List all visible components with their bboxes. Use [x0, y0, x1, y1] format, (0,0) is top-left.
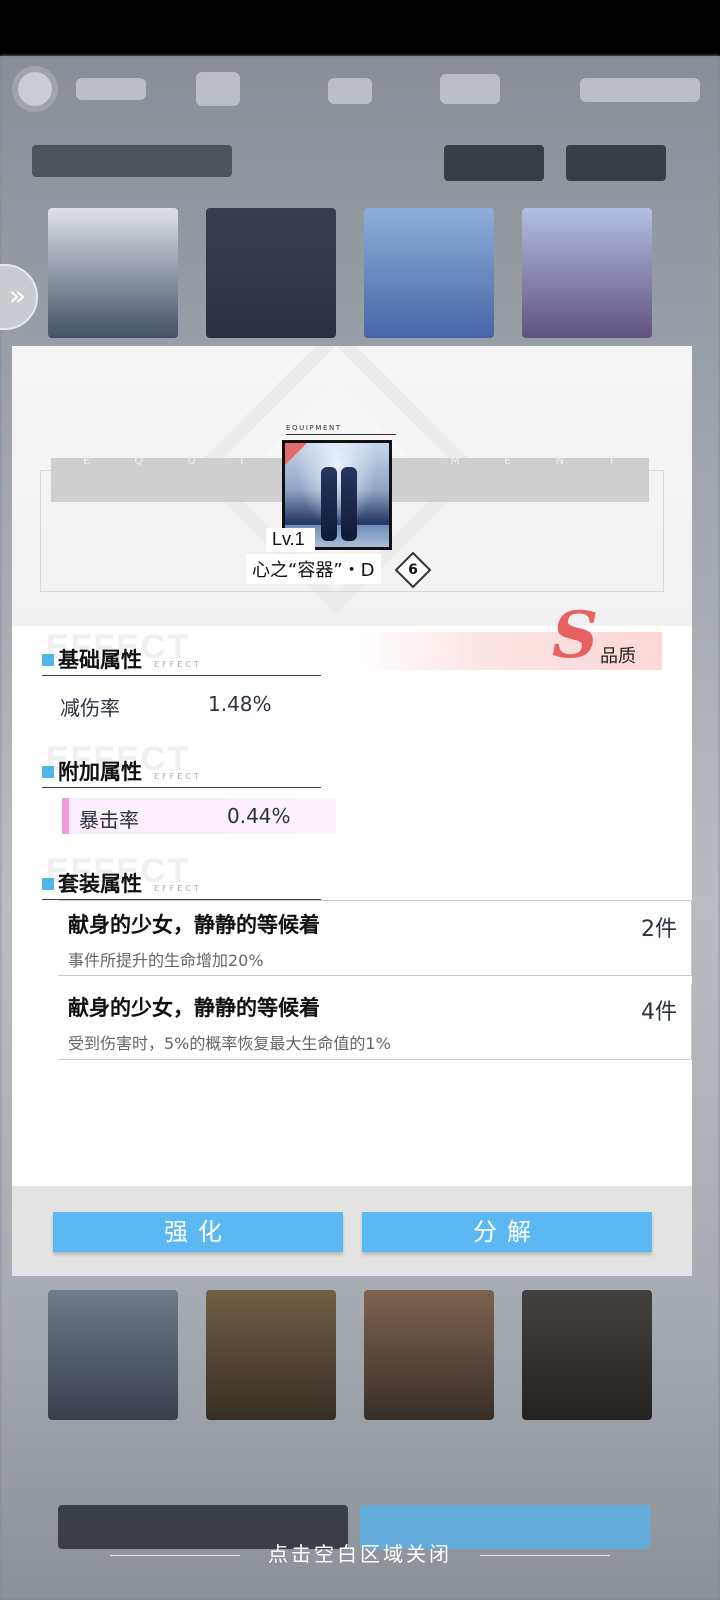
equipment-name: 心之“容器”・D	[246, 554, 381, 584]
band-letter: E	[504, 454, 514, 467]
close-hint[interactable]: 点击空白区域关闭	[0, 1538, 720, 1574]
background-button	[444, 145, 544, 181]
background-avatar	[12, 66, 58, 112]
set-bonus-name: 献身的少女，静静的等候着	[68, 996, 320, 1020]
background-card	[522, 1290, 652, 1420]
section-title: 套装属性	[58, 872, 142, 896]
status-bar	[0, 0, 720, 56]
background-card	[206, 208, 336, 338]
action-bar: 强化 分解	[12, 1186, 692, 1276]
background-card	[522, 208, 652, 338]
section-title: 基础属性	[58, 648, 142, 672]
set-bonus-description: 事件所提升的生命增加20%	[68, 951, 264, 970]
band-letter: Q	[134, 454, 146, 467]
stat-row: 减伤率 1.48%	[60, 692, 272, 726]
band-letter: N	[555, 454, 566, 467]
section-set-bonus: EFFECT 套装属性 EFFECT	[42, 852, 332, 902]
background-label	[76, 78, 146, 100]
section-marker	[42, 766, 54, 778]
lock-icon[interactable]: 6	[403, 558, 423, 582]
set-bonus-item: 献身的少女，静静的等候着 4件 受到伤害时，5%的概率恢复最大生命值的1%	[58, 984, 692, 1060]
dismantle-button[interactable]: 分解	[362, 1212, 652, 1252]
section-marker	[42, 878, 54, 890]
background-card	[48, 1290, 178, 1420]
equipment-small-label: EQUIPMENT	[286, 424, 396, 435]
rarity-corner	[285, 443, 307, 465]
stat-value: 1.48%	[208, 692, 272, 716]
section-bonus-stats: EFFECT 附加属性 EFFECT	[42, 740, 332, 790]
quality-grade: S	[552, 598, 599, 673]
section-mini-text: EFFECT	[154, 660, 202, 669]
section-rule	[42, 675, 321, 676]
background-button	[566, 145, 666, 181]
background-label	[580, 78, 700, 102]
set-bonus-description: 受到伤害时，5%的概率恢复最大生命值的1%	[68, 1034, 391, 1053]
background-icon	[328, 78, 372, 104]
set-bonus-count: 4件	[641, 1000, 677, 1025]
section-base-stats: EFFECT 基础属性 EFFECT	[42, 628, 332, 678]
equipment-detail-dialog: E Q U I M E N T EQUIPMENT Lv.1 心之“容器”・D …	[12, 346, 692, 1276]
background-card	[364, 1290, 494, 1420]
background-card	[206, 1290, 336, 1420]
stat-name: 减伤率	[60, 696, 120, 720]
set-bonus-count: 2件	[641, 917, 677, 942]
band-letter: E	[83, 454, 92, 467]
stat-name: 暴击率	[79, 808, 139, 832]
band-letter: I	[240, 454, 246, 467]
band-letter: U	[187, 454, 198, 467]
quality-label: 品质	[600, 646, 636, 667]
band-letter: T	[608, 454, 617, 467]
equipment-level: Lv.1	[266, 528, 315, 552]
section-title: 附加属性	[58, 760, 142, 784]
section-marker	[42, 654, 54, 666]
set-bonus-name: 献身的少女，静静的等候着	[68, 913, 320, 937]
section-mini-text: EFFECT	[154, 772, 202, 781]
background-card	[364, 208, 494, 338]
equipment-hero: E Q U I M E N T EQUIPMENT Lv.1 心之“容器”・D …	[12, 346, 692, 626]
bonus-stat-row: 暴击率 0.44%	[62, 798, 336, 834]
background-card	[48, 208, 178, 338]
set-bonus-item: 献身的少女，静静的等候着 2件 事件所提升的生命增加20%	[58, 900, 692, 976]
background-title	[32, 145, 232, 177]
stat-value: 0.44%	[227, 804, 291, 828]
band-letter: M	[450, 454, 462, 467]
background-icon	[440, 74, 500, 104]
background-icon	[196, 72, 240, 106]
section-rule	[42, 787, 321, 788]
section-mini-text: EFFECT	[154, 884, 202, 893]
enhance-button[interactable]: 强化	[53, 1212, 343, 1252]
